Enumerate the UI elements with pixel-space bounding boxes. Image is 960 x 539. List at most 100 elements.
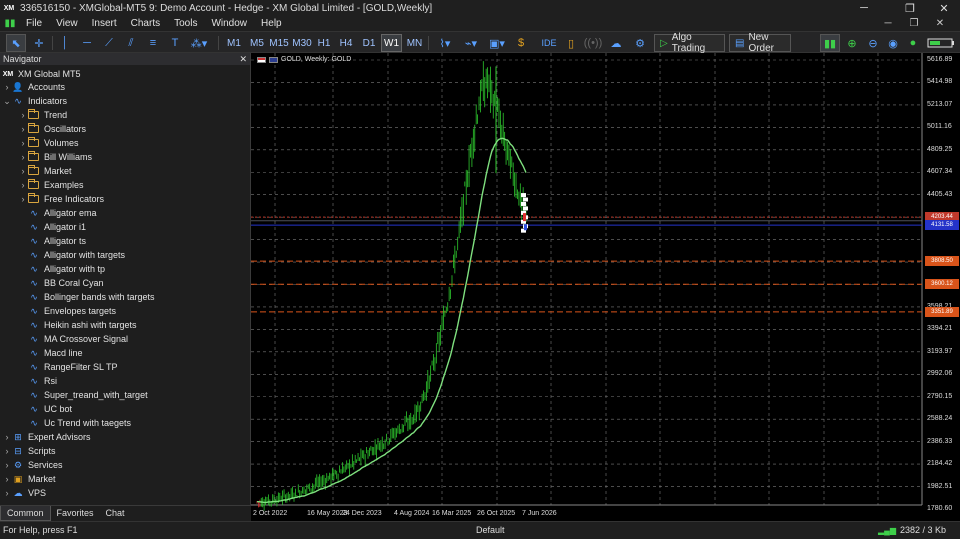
menu-charts[interactable]: Charts [124,16,167,31]
tree-scripts[interactable]: › ⊟ Scripts [2,444,56,458]
tree-vps[interactable]: › ☁ VPS [2,486,47,500]
indicator-item[interactable]: ∿ UC bot [28,402,72,416]
menu-file[interactable]: File [19,16,49,31]
expand-icon[interactable]: › [18,138,28,148]
indicator-item[interactable]: ∿ Uc Trend with taegets [28,416,131,430]
expand-icon[interactable]: › [18,194,28,204]
shapes-menu-icon[interactable]: ⁂▾ [188,34,210,52]
timeframe-h1[interactable]: H1 [314,34,334,52]
chart-window[interactable]: GOLD, Weekly: GOLD 5616.89 5414.98 5213.07… [251,53,960,521]
vertical-line-icon[interactable]: │ [56,34,74,52]
indicator-item[interactable]: ∿ MA Crossover Signal [28,332,128,346]
timeframe-m5[interactable]: M5 [246,34,268,52]
minimize-icon[interactable]: ─ [850,0,878,16]
mdi-close-icon[interactable]: ✕ [928,16,952,31]
tab-favorites[interactable]: Favorites [51,506,100,521]
menu-tools[interactable]: Tools [167,16,204,31]
mdi-minimize-icon[interactable]: ─ [876,16,900,31]
indicator-item[interactable]: ∿ Alligator ema [28,206,96,220]
collapse-icon[interactable]: ⌄ [2,96,12,107]
indicator-item[interactable]: ∿ Alligator with tp [28,262,105,276]
crosshair-tool-icon[interactable]: ✛ [30,34,48,52]
indicator-item[interactable]: ∿ Super_treand_with_target [28,388,147,402]
tab-common[interactable]: Common [0,506,51,521]
lock-icon[interactable]: ▯ [562,34,580,52]
candles-icon[interactable]: ▮▮ [820,34,840,52]
new-order-button[interactable]: ▤ New Order [729,32,791,54]
close-icon[interactable]: ✕ [930,0,958,16]
notifications-icon[interactable]: ● [904,34,922,52]
timeframe-d1[interactable]: D1 [359,34,379,52]
timeframe-m15[interactable]: M15 [268,34,290,52]
indicator-item[interactable]: ∿ Alligator ts [28,234,86,248]
zoom-in-icon[interactable]: ⊕ [843,34,861,52]
expand-icon[interactable]: › [2,82,12,92]
tree-accounts[interactable]: › 👤 Accounts [2,80,66,94]
cursor-tool-icon[interactable]: ⬉ [6,34,26,52]
chart-window-icon[interactable]: ▮▮ [4,18,16,30]
expand-icon[interactable]: › [2,488,12,498]
expand-icon[interactable]: › [2,432,12,442]
ide-button[interactable]: IDE [538,34,560,52]
menu-insert[interactable]: Insert [85,16,124,31]
folder-oscillators[interactable]: › Oscillators [18,122,86,136]
expand-icon[interactable]: › [2,446,12,456]
folder-free-indicators[interactable]: › Free Indicators [18,192,104,206]
text-tool-icon[interactable]: T [166,34,184,52]
indicator-item[interactable]: ∿ Alligator with targets [28,248,125,262]
tree-root[interactable]: XM XM Global MT5 [2,67,81,81]
tree-indicators[interactable]: ⌄ ∿ Indicators [2,94,67,108]
timeframe-m1[interactable]: M1 [224,34,244,52]
tree-expert-advisors[interactable]: › ⊞ Expert Advisors [2,430,91,444]
algo-trading-button[interactable]: ▷ Algo Trading [654,32,725,54]
timeframe-w1[interactable]: W1 [381,34,402,52]
indicator-item[interactable]: ∿ RangeFilter SL TP [28,360,117,374]
vps-icon[interactable]: ⚙ [630,34,650,52]
tree-services[interactable]: › ⚙ Services [2,458,63,472]
menu-help[interactable]: Help [254,16,289,31]
tab-chat[interactable]: Chat [100,506,131,521]
indicators-menu-icon[interactable]: ⌁▾ [459,34,483,52]
tree-market[interactable]: › ▣ Market [2,472,56,486]
indicator-item[interactable]: ∿ BB Coral Cyan [28,276,103,290]
templates-menu-icon[interactable]: ▣▾ [486,34,508,52]
indicator-item[interactable]: ∿ Alligator i1 [28,220,86,234]
folder-examples[interactable]: › Examples [18,178,84,192]
menu-view[interactable]: View [49,16,85,31]
profile-icon[interactable]: ◉ [884,34,902,52]
timeframe-m30[interactable]: M30 [291,34,313,52]
expand-icon[interactable]: › [2,474,12,484]
indicator-item[interactable]: ∿ Envelopes targets [28,304,116,318]
folder-trend[interactable]: › Trend [18,108,67,122]
folder-market[interactable]: › Market [18,164,72,178]
mdi-restore-icon[interactable]: ❐ [902,16,926,31]
timeframe-h4[interactable]: H4 [336,34,356,52]
fibonacci-icon[interactable]: ≡ [144,34,162,52]
expand-icon[interactable]: › [18,110,28,120]
expand-icon[interactable]: › [18,166,28,176]
menu-window[interactable]: Window [204,16,254,31]
cloud-icon[interactable]: ☁ [606,34,626,52]
channel-icon[interactable]: ⫽ [122,34,140,52]
folder-bill-williams[interactable]: › Bill Williams [18,150,92,164]
horizontal-line-icon[interactable]: ─ [78,34,96,52]
signals-icon[interactable] [518,34,536,52]
zoom-out-icon[interactable]: ⊖ [864,34,882,52]
expand-icon[interactable]: › [18,180,28,190]
navigator-close-icon[interactable]: ✕ [239,54,247,65]
chart-type-icon[interactable]: ⌇▾ [433,34,457,52]
indicator-item[interactable]: ∿ Heikin ashi with targets [28,318,136,332]
price-chart[interactable] [251,53,960,521]
timeframe-mn[interactable]: MN [404,34,425,52]
indicator-item[interactable]: ∿ Macd line [28,346,82,360]
indicator-item[interactable]: ∿ Rsi [28,374,57,388]
trendline-icon[interactable]: ⟋ [100,34,118,52]
expand-icon[interactable]: › [2,460,12,470]
folder-icon [28,151,39,161]
broadcast-icon[interactable]: ((•)) [584,34,603,52]
folder-volumes[interactable]: › Volumes [18,136,79,150]
expand-icon[interactable]: › [18,124,28,134]
indicator-item[interactable]: ∿ Bollinger bands with targets [28,290,154,304]
restore-icon[interactable]: ❐ [896,0,924,16]
expand-icon[interactable]: › [18,152,28,162]
